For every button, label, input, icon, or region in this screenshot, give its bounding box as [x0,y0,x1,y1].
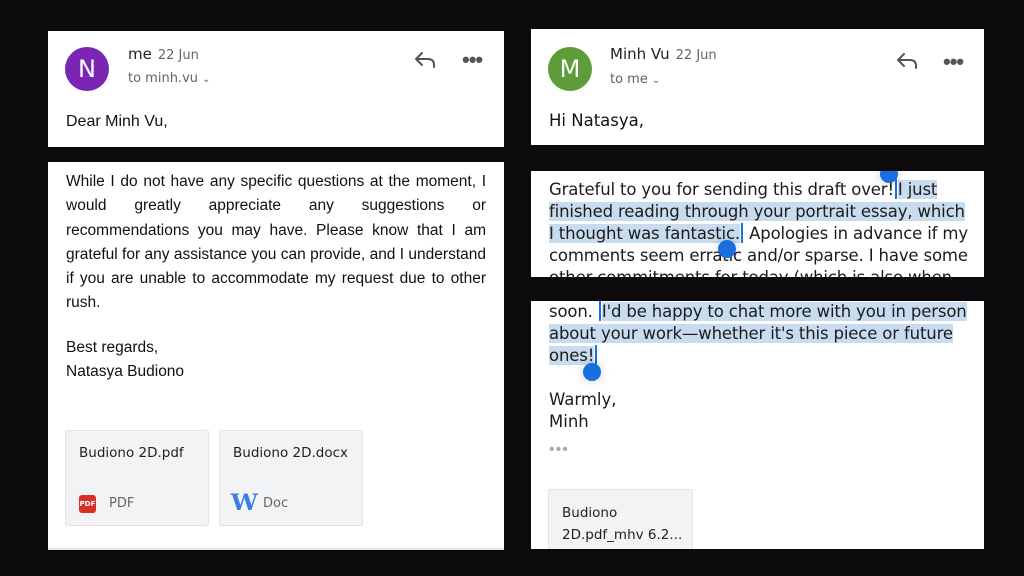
attachment-name: Budiono 2D.pdf_mhv 6.2... [562,502,682,546]
word-doc-icon: W [230,490,258,516]
attachment-name: Budiono 2D.docx [233,445,349,461]
avatar-letter: N [78,55,96,83]
right-email-header: M Minh Vu 22 Jun to me ⌄ ••• Hi Natasya, [531,29,984,145]
sender-name: Minh Vu [610,45,670,63]
attachment-card[interactable]: Budiono 2D.docx W Doc [219,430,363,526]
left-email-header: N me 22 Jun to minh.vu ⌄ ••• Dear Minh Vu, [48,31,504,147]
recipient-toggle[interactable]: to me ⌄ [610,72,660,87]
sender-name: me [128,45,152,63]
selection-start-caret [894,179,897,199]
attachment-name-line2: 2D.pdf_mhv 6.2... [562,527,683,543]
attachment-type: PDF [109,496,135,511]
chevron-down-icon: ⌄ [202,74,211,85]
attachment-name: Budiono 2D.pdf [79,445,184,461]
chevron-down-icon: ⌄ [651,75,661,86]
attachment-type: Doc [263,496,289,511]
more-options-icon[interactable]: ••• [462,49,483,71]
email-body-text[interactable]: soon. I'd be happy to chat more with you… [549,301,974,367]
email-greeting: Hi Natasya, [549,111,644,130]
email-signature: Best regards, Natasya Budiono [66,336,184,385]
email-greeting: Dear Minh Vu, [66,113,168,130]
avatar-letter: M [559,55,581,83]
pdf-icon: PDF [79,495,96,513]
left-email-body: While I do not have any specific questio… [48,162,504,550]
selection-end-caret [595,345,598,365]
email-date: 22 Jun [675,48,717,63]
unselected-text: soon. [549,302,593,321]
attachment-card[interactable]: Budiono 2D.pdf_mhv 6.2... [548,489,693,549]
selection-start-caret [598,301,601,321]
sender-line: me 22 Jun [128,45,199,63]
selected-text[interactable]: I'd be happy to chat more with you in pe… [549,302,967,365]
recipient-label: to me [610,72,648,87]
email-body-text[interactable]: Grateful to you for sending this draft o… [549,179,974,277]
right-email-body-part1: Grateful to you for sending this draft o… [531,171,984,277]
email-signature: Warmly, Minh [549,389,617,433]
signature-name: Natasya Budiono [66,363,185,381]
attachment-card[interactable]: Budiono 2D.pdf PDF PDF [65,430,209,526]
selection-end-handle[interactable] [718,240,736,258]
sender-avatar[interactable]: N [65,47,109,91]
right-email-body-part2: soon. I'd be happy to chat more with you… [531,301,984,549]
email-date: 22 Jun [157,48,199,63]
more-options-icon[interactable]: ••• [943,51,964,73]
recipient-label: to minh.vu [128,71,199,86]
attachment-name-line1: Budiono [562,505,618,521]
unselected-text: Grateful to you for sending this draft o… [549,180,894,199]
recipient-toggle[interactable]: to minh.vu ⌄ [128,71,210,86]
reply-icon[interactable] [896,52,918,70]
signature-name: Minh [549,412,589,431]
sender-avatar[interactable]: M [548,47,592,91]
show-trimmed-content-button[interactable]: ••• [549,441,569,459]
selection-end-caret [741,223,744,243]
email-body-text: While I do not have any specific questio… [66,173,486,312]
signoff-text: Warmly, [549,390,617,409]
signoff-text: Best regards, [66,339,159,356]
reply-icon[interactable] [414,51,436,69]
selection-end-handle[interactable] [583,363,601,381]
sender-line: Minh Vu 22 Jun [610,45,717,63]
